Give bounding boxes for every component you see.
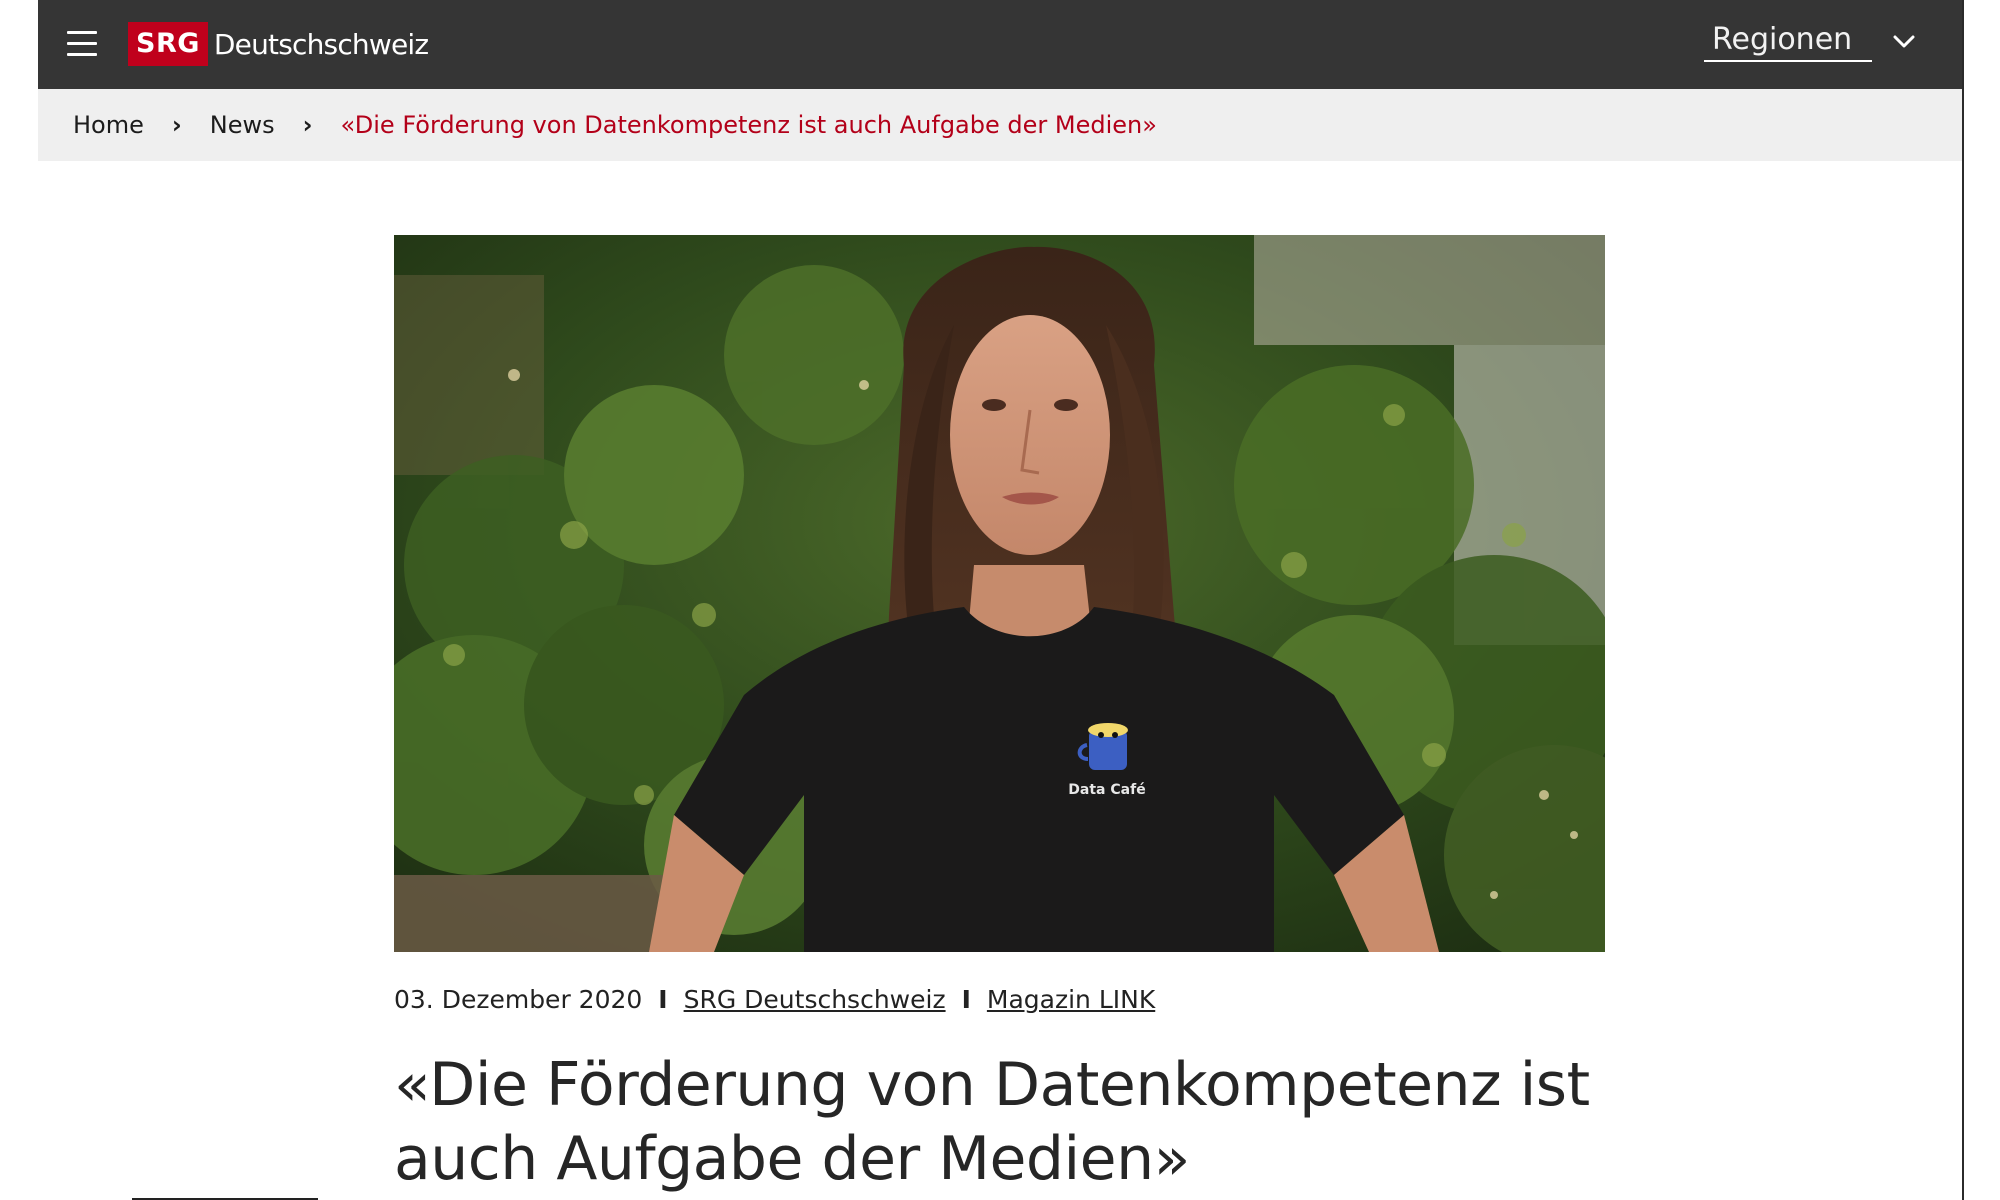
- breadcrumb-separator: ›: [302, 111, 313, 139]
- logo-badge: SRG: [128, 22, 208, 66]
- article-date: 03. Dezember 2020: [394, 985, 643, 1014]
- section-link[interactable]: Magazin LINK: [987, 985, 1155, 1014]
- breadcrumb-news[interactable]: News: [210, 111, 275, 139]
- article-meta: 03. Dezember 2020 I SRG Deutschschweiz I…: [394, 985, 1155, 1014]
- breadcrumb: Home › News › «Die Förderung von Datenko…: [38, 89, 1962, 161]
- top-navigation-bar: SRG Deutschschweiz Regionen: [38, 0, 1962, 89]
- breadcrumb-home[interactable]: Home: [73, 111, 144, 139]
- meta-separator: I: [658, 985, 668, 1014]
- breadcrumb-current-article: «Die Förderung von Datenkompetenz ist au…: [340, 111, 1157, 139]
- regions-dropdown[interactable]: Regionen: [1704, 22, 1915, 62]
- browser-page: SRG Deutschschweiz Regionen Home › News …: [38, 0, 1964, 1200]
- breadcrumb-separator: ›: [171, 111, 182, 139]
- meta-separator: I: [961, 985, 971, 1014]
- article-title: «Die Förderung von Datenkompetenz ist au…: [394, 1050, 1590, 1194]
- hamburger-menu-icon[interactable]: [67, 31, 97, 57]
- logo-text: Deutschschweiz: [213, 27, 429, 61]
- regions-label: Regionen: [1712, 22, 1853, 57]
- author-link[interactable]: SRG Deutschschweiz: [684, 985, 946, 1014]
- shirt-print-text: Data Café: [1068, 782, 1145, 798]
- chevron-down-icon: [1893, 35, 1915, 48]
- portrait-photo: Data Café: [394, 235, 1605, 952]
- srg-logo-link[interactable]: SRG Deutschschweiz: [128, 22, 429, 66]
- article-hero-image: Data Café: [394, 235, 1605, 952]
